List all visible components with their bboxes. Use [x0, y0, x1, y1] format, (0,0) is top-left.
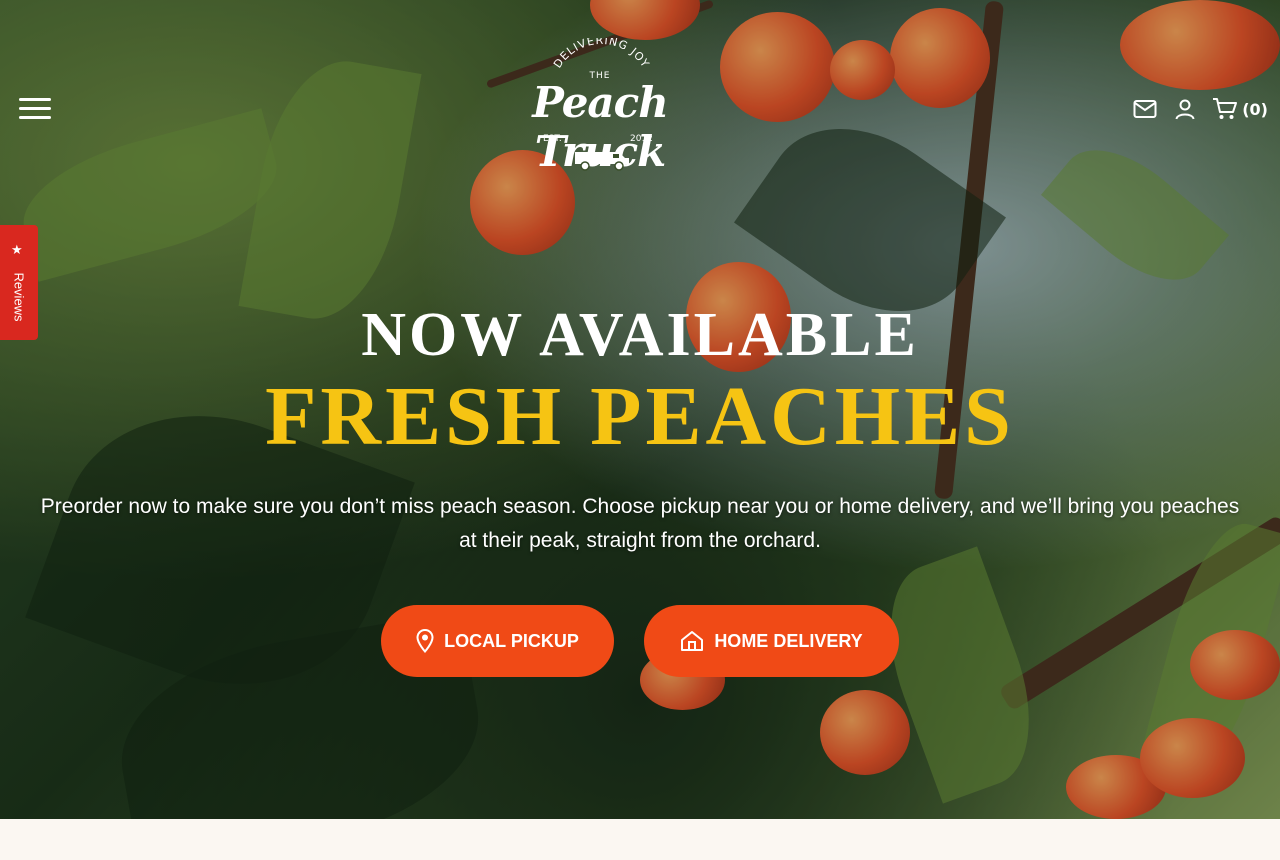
user-icon[interactable]	[1172, 96, 1198, 122]
home-delivery-button[interactable]: HOME DELIVERY	[644, 605, 899, 677]
map-pin-icon	[416, 629, 434, 653]
envelope-icon[interactable]	[1132, 96, 1158, 122]
header-utility-icons: (0)	[1132, 96, 1268, 122]
svg-text:DELIVERING JOY: DELIVERING JOY	[551, 38, 652, 70]
home-delivery-label: HOME DELIVERY	[714, 630, 863, 651]
truck-icon	[575, 152, 629, 171]
hero-subtitle: Preorder now to make sure you don’t miss…	[40, 495, 1240, 552]
star-icon: ★	[11, 243, 23, 258]
logo-year: 2012	[630, 134, 653, 144]
home-icon	[681, 631, 704, 651]
page-content-strip	[0, 819, 1280, 860]
cart-count[interactable]: (0)	[1242, 100, 1268, 119]
hero-headline-line2: FRESH PEACHES	[265, 370, 1015, 463]
hero-headline-line1: NOW AVAILABLE	[361, 301, 919, 369]
local-pickup-button[interactable]: LOCAL PICKUP	[381, 605, 614, 677]
local-pickup-label: LOCAL PICKUP	[444, 630, 579, 651]
peach-truck-logo[interactable]: DELIVERING JOY THE Peach Truck EST. 2012	[500, 38, 700, 178]
hamburger-menu-icon[interactable]	[19, 98, 51, 122]
shopping-cart-icon[interactable]	[1212, 96, 1238, 122]
logo-est: EST.	[543, 134, 562, 144]
